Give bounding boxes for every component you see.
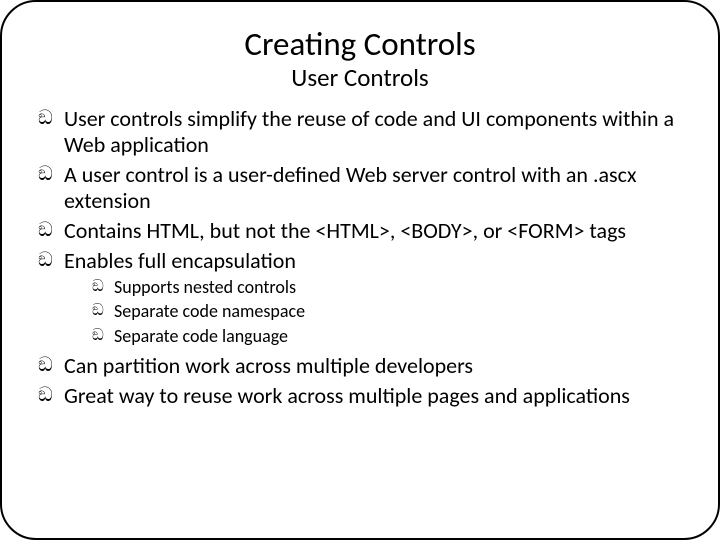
sub-bullet-item: ඞ Separate code namespace — [92, 300, 682, 323]
bullet-icon: ඞ — [38, 248, 53, 272]
bullet-item: ඞ Contains HTML, but not the <HTML>, <BO… — [38, 218, 682, 244]
slide-subtitle: User Controls — [38, 64, 682, 92]
slide-title: Creating Controls — [38, 26, 682, 62]
bullet-item: ඞ A user control is a user-defined Web s… — [38, 162, 682, 214]
sub-bullet-item: ඞ Separate code language — [92, 325, 682, 348]
bullet-icon: ඞ — [38, 218, 53, 242]
slide-frame: Creating Controls User Controls ඞ User c… — [0, 0, 720, 540]
bullet-icon: ඞ — [92, 277, 104, 296]
bullet-item: ඞ Enables full encapsulation ඞ Supports … — [38, 248, 682, 347]
bullet-item: ඞ User controls simplify the reuse of co… — [38, 106, 682, 158]
sub-bullet-text: Separate code namespace — [114, 300, 305, 322]
bullet-text: User controls simplify the reuse of code… — [64, 105, 674, 158]
sub-bullet-list: ඞ Supports nested controls ඞ Separate co… — [64, 276, 682, 348]
bullet-icon: ඞ — [38, 353, 53, 377]
bullet-text: Can partition work across multiple devel… — [64, 352, 473, 379]
bullet-text: Contains HTML, but not the <HTML>, <BODY… — [64, 217, 626, 244]
bullet-icon: ඞ — [92, 301, 104, 320]
bullet-item: ඞ Great way to reuse work across multipl… — [38, 383, 682, 409]
bullet-icon: ඞ — [38, 162, 53, 186]
bullet-icon: ඞ — [92, 326, 104, 345]
bullet-icon: ඞ — [38, 106, 53, 130]
bullet-text: Great way to reuse work across multiple … — [64, 382, 630, 409]
sub-bullet-text: Separate code language — [114, 325, 288, 347]
bullet-list: ඞ User controls simplify the reuse of co… — [38, 106, 682, 409]
bullet-icon: ඞ — [38, 383, 53, 407]
sub-bullet-text: Supports nested controls — [114, 276, 296, 298]
bullet-text: Enables full encapsulation — [64, 247, 296, 274]
bullet-text: A user control is a user-defined Web ser… — [64, 161, 636, 214]
sub-bullet-item: ඞ Supports nested controls — [92, 276, 682, 299]
bullet-item: ඞ Can partition work across multiple dev… — [38, 353, 682, 379]
